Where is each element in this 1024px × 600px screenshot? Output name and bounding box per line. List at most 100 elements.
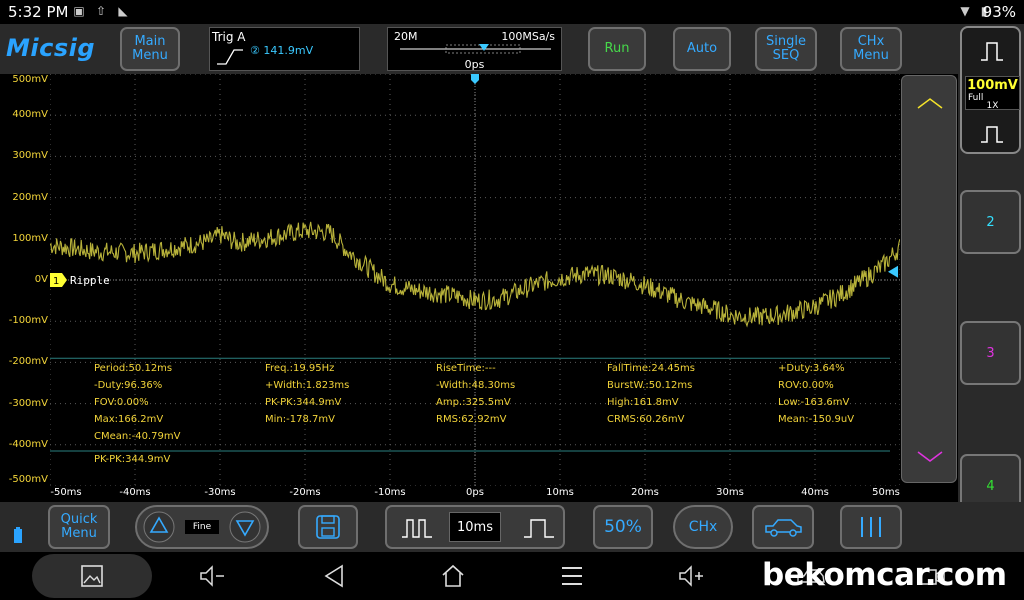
- battery-percent: 93%: [982, 3, 1016, 21]
- adjust-down-icon[interactable]: [229, 511, 261, 543]
- fine-adjust-control[interactable]: Fine: [135, 505, 269, 549]
- pulse-low-icon: [981, 126, 1003, 143]
- fifty-percent-button[interactable]: 50%: [593, 505, 653, 549]
- save-button[interactable]: [298, 505, 358, 549]
- timebase-decrease-icon[interactable]: [401, 517, 433, 539]
- timebase-panel[interactable]: 20M 100MSa/s 0ps: [387, 27, 562, 71]
- quick-menu-label: Quick Menu: [60, 512, 98, 541]
- run-button[interactable]: Run: [588, 27, 646, 71]
- ch3-label: 3: [986, 345, 995, 361]
- pulse-high-icon: [981, 42, 1003, 61]
- x-tick-label: -20ms: [289, 487, 321, 498]
- trigger-position-marker: [471, 74, 479, 84]
- android-navigation-bar: bekomcar.com: [0, 552, 1024, 600]
- car-icon: [765, 519, 802, 537]
- x-tick-label: -40ms: [119, 487, 151, 498]
- measurement-value: High:161.8mV: [607, 397, 679, 408]
- single-seq-label: Single SEQ: [766, 34, 806, 63]
- measurement-value: FallTime:24.45ms: [607, 363, 695, 374]
- measurement-value: Mean:-150.9uV: [778, 414, 855, 425]
- scroll-down-icon[interactable]: [916, 450, 944, 464]
- battery-small-icon: [14, 527, 22, 543]
- signal-off-icon: ◣: [118, 4, 128, 18]
- menu-icon[interactable]: [560, 564, 584, 588]
- main-menu-label: Main Menu: [132, 34, 168, 63]
- chx-menu-label: CHx Menu: [853, 34, 889, 63]
- measurement-value: -Duty:96.36%: [94, 380, 163, 391]
- y-tick-label: -200mV: [8, 356, 48, 368]
- timebase-value: 10ms: [449, 512, 501, 542]
- y-tick-label: 300mV: [12, 150, 48, 162]
- cursor-pkpk-readout: PK-PK:344.9mV: [94, 454, 171, 465]
- volume-down-icon[interactable]: [199, 564, 227, 588]
- waveform-display[interactable]: 1 Ripple PK-PK:344.9mV Period:50.12ms Freq…: [49, 73, 901, 487]
- scroll-panel[interactable]: [901, 75, 957, 483]
- ch2-button[interactable]: 2: [960, 190, 1021, 254]
- x-tick-label: -10ms: [374, 487, 406, 498]
- trigger-level-marker: [888, 265, 898, 278]
- ch1-control[interactable]: 100mV Full 1X: [960, 26, 1021, 154]
- run-label: Run: [604, 41, 630, 56]
- measurement-value: Low:-163.6mV: [778, 397, 850, 408]
- x-tick-label: 50ms: [872, 487, 900, 498]
- measurement-value: Max:166.2mV: [94, 414, 164, 425]
- ch1-volts-div: 100mV: [967, 78, 1018, 93]
- measurement-value: RiseTime:---: [436, 363, 496, 374]
- y-tick-label: -300mV: [8, 397, 48, 409]
- ch1-marker-label: 1: [53, 276, 59, 287]
- wifi-icon: ▼: [960, 4, 970, 18]
- sample-rate: 100MSa/s: [501, 30, 555, 43]
- x-axis-labels: -50ms -40ms -30ms -20ms -10ms 0ps 10ms 20ms 30ms…: [0, 486, 958, 502]
- measurement-value: ROV:0.00%: [778, 380, 834, 391]
- measurement-value: +Width:1.823ms: [265, 380, 350, 391]
- home-icon[interactable]: [440, 563, 466, 589]
- rising-edge-icon: [217, 49, 243, 65]
- auto-mode-button[interactable]: [752, 505, 814, 549]
- auto-button[interactable]: Auto: [673, 27, 731, 71]
- ch1-scale-display[interactable]: 100mV Full 1X: [965, 76, 1020, 111]
- trigger-label: Trig A: [212, 30, 246, 44]
- memory-depth: 20M: [394, 30, 418, 43]
- watermark: bekomcar.com: [762, 557, 1007, 593]
- y-tick-label: 400mV: [12, 109, 48, 121]
- measurement-value: Period:50.12ms: [94, 363, 173, 374]
- trigger-position-bar: [400, 44, 551, 54]
- auto-label: Auto: [686, 41, 718, 56]
- x-tick-label: -50ms: [50, 487, 82, 498]
- bars-icon: [861, 517, 881, 537]
- chx-button[interactable]: CHx: [673, 505, 733, 549]
- timebase-increase-icon[interactable]: [523, 517, 555, 539]
- measurement-value: Min:-178.7mV: [265, 414, 335, 425]
- measurement-value: +Duty:3.64%: [778, 363, 845, 374]
- volume-up-icon[interactable]: [678, 564, 706, 588]
- screenshot-icon[interactable]: [80, 564, 104, 588]
- ripple-trace: [49, 221, 901, 328]
- ch3-button[interactable]: 3: [960, 321, 1021, 385]
- y-tick-label: 500mV: [12, 74, 48, 85]
- ch1-trace-label: Ripple: [70, 274, 110, 287]
- scroll-up-icon[interactable]: [916, 96, 944, 110]
- chx-menu-button[interactable]: CHx Menu: [840, 27, 902, 71]
- ch2-label: 2: [986, 214, 995, 230]
- quick-menu-button[interactable]: Quick Menu: [48, 505, 110, 549]
- chx-label: CHx: [688, 519, 718, 535]
- measurement-value: Amp.:325.5mV: [436, 397, 511, 408]
- back-icon[interactable]: [322, 564, 346, 588]
- y-tick-label: -500mV: [8, 474, 48, 485]
- upload-icon: ⇧: [95, 4, 107, 18]
- timebase-control[interactable]: 10ms: [385, 505, 565, 549]
- top-toolbar: Micsig Main Menu Trig A ② 141.9mV 20M 10…: [0, 24, 1024, 74]
- measurement-value: RMS:62.92mV: [436, 414, 507, 425]
- measurement-value: Freq.:19.95Hz: [265, 363, 335, 374]
- y-tick-label: 0V: [34, 274, 48, 285]
- single-seq-button[interactable]: Single SEQ: [755, 27, 817, 71]
- adjust-up-icon[interactable]: [143, 511, 175, 543]
- measurement-value: CMean:-40.79mV: [94, 431, 181, 442]
- display-menu-button[interactable]: [840, 505, 902, 549]
- trigger-panel[interactable]: Trig A ② 141.9mV: [209, 27, 360, 71]
- status-bar: 5:32 PM ▣ ⇧ ◣ ▼ ▮ 93%: [0, 0, 1024, 24]
- measurement-value: FOV:0.00%: [94, 397, 149, 408]
- y-axis-labels: 500mV 400mV 300mV 200mV 100mV 0V -100mV -200mV -…: [0, 74, 50, 486]
- main-menu-button[interactable]: Main Menu: [120, 27, 180, 71]
- fine-label: Fine: [184, 520, 220, 534]
